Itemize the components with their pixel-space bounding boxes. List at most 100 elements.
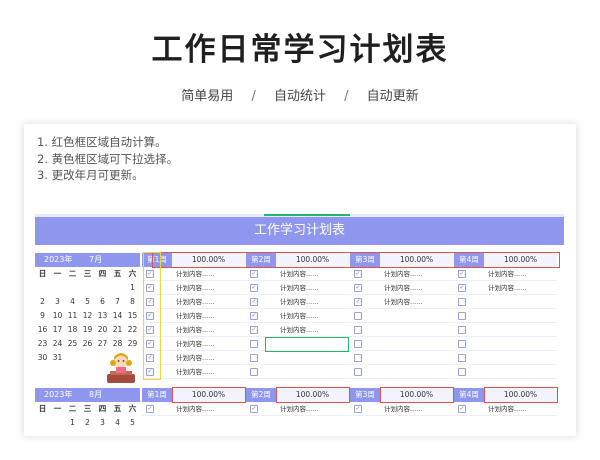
month-selector[interactable]: 7月 (89, 253, 102, 267)
calendar-day[interactable]: 25 (65, 337, 80, 351)
calendar-day[interactable]: 28 (110, 337, 125, 351)
calendar-day[interactable]: 24 (50, 337, 65, 351)
task-checkbox[interactable] (250, 340, 258, 348)
calendar-day[interactable]: 11 (65, 309, 80, 323)
calendar-day[interactable]: 23 (35, 337, 50, 351)
calendar-day[interactable]: 6 (95, 295, 110, 309)
task-checkbox[interactable] (250, 354, 258, 362)
calendar-day[interactable]: 5 (125, 416, 140, 430)
calendar-day[interactable]: 17 (50, 323, 65, 337)
task-checkbox[interactable] (458, 298, 466, 306)
plan-text[interactable]: 计划内容...... (280, 402, 318, 416)
calendar-day[interactable]: 2 (80, 416, 95, 430)
calendar-day[interactable]: 3 (95, 416, 110, 430)
task-checkbox[interactable] (354, 354, 362, 362)
task-checkbox[interactable] (250, 368, 258, 376)
plan-text[interactable]: 计划内容...... (176, 295, 214, 309)
plan-text[interactable]: 计划内容...... (176, 365, 214, 379)
task-checkbox[interactable] (354, 326, 362, 334)
task-checkbox[interactable]: ✓ (354, 284, 362, 292)
plan-text[interactable]: 计划内容...... (488, 402, 526, 416)
plan-text[interactable]: 计划内容...... (280, 295, 318, 309)
calendar-day[interactable]: 13 (95, 309, 110, 323)
plan-text[interactable]: 计划内容...... (176, 323, 214, 337)
task-checkbox[interactable]: ✓ (458, 270, 466, 278)
calendar-day[interactable]: 14 (110, 309, 125, 323)
task-checkbox[interactable]: ✓ (354, 270, 362, 278)
calendar-day[interactable]: 2 (35, 295, 50, 309)
calendar-day[interactable]: 16 (35, 323, 50, 337)
auto-calc-region-box (152, 252, 560, 268)
calendar-day[interactable]: 15 (125, 309, 140, 323)
calendar-day[interactable]: 9 (35, 309, 50, 323)
year-selector[interactable]: 2023年 (44, 253, 72, 267)
task-checkbox[interactable]: ✓ (458, 405, 466, 413)
calendar-day[interactable]: 18 (65, 323, 80, 337)
plan-row: ✓ 计划内容...... (454, 267, 557, 281)
calendar-day[interactable]: 4 (110, 416, 125, 430)
calendar-day[interactable]: 31 (50, 351, 65, 365)
year-selector[interactable]: 2023年 (44, 388, 72, 402)
task-checkbox[interactable] (458, 340, 466, 348)
task-checkbox[interactable]: ✓ (250, 405, 258, 413)
calendar-day[interactable]: 4 (65, 295, 80, 309)
instruction-3: 3. 更改年月可更新。 (37, 168, 144, 182)
calendar-month-header[interactable]: 2023年 7月 (35, 253, 140, 267)
task-checkbox[interactable]: ✓ (250, 298, 258, 306)
calendar-day[interactable]: 5 (80, 295, 95, 309)
calendar-day[interactable]: 1 (125, 281, 140, 295)
calendar-day[interactable]: 26 (80, 337, 95, 351)
task-checkbox[interactable]: ✓ (250, 312, 258, 320)
calendar-day[interactable]: 8 (125, 295, 140, 309)
task-checkbox[interactable]: ✓ (458, 284, 466, 292)
plan-text[interactable]: 计划内容...... (384, 402, 422, 416)
task-checkbox[interactable]: ✓ (250, 284, 258, 292)
task-checkbox[interactable]: ✓ (354, 405, 362, 413)
task-checkbox[interactable] (458, 368, 466, 376)
calendar-day[interactable]: 10 (50, 309, 65, 323)
plan-text[interactable]: 计划内容...... (176, 351, 214, 365)
calendar-day[interactable]: 30 (35, 351, 50, 365)
calendar-day[interactable]: 7 (110, 295, 125, 309)
task-checkbox[interactable] (354, 312, 362, 320)
plan-row: ✓ 计划内容...... (246, 295, 349, 309)
weekday-cell: 五 (113, 269, 122, 278)
calendar-day[interactable]: 19 (80, 323, 95, 337)
calendar-day[interactable]: 22 (125, 323, 140, 337)
weekday-cell: 二 (68, 269, 77, 278)
calendar-day[interactable]: 3 (50, 295, 65, 309)
task-checkbox[interactable] (354, 368, 362, 376)
plan-text[interactable]: 计划内容...... (488, 281, 526, 295)
task-checkbox[interactable] (354, 340, 362, 348)
plan-text[interactable]: 计划内容...... (176, 402, 214, 416)
calendar-day[interactable]: 1 (65, 416, 80, 430)
plan-text[interactable]: 计划内容...... (280, 323, 318, 337)
spreadsheet-preview: 1. 红色框区域自动计算。 2. 黄色框区域可下拉选择。 3. 更改年月可更新。… (24, 124, 576, 436)
task-checkbox[interactable]: ✓ (250, 326, 258, 334)
weekday-header: 日一二三四五六 (35, 402, 140, 416)
plan-text[interactable]: 计划内容...... (176, 337, 214, 351)
plan-text[interactable]: 计划内容...... (176, 267, 214, 281)
plan-text[interactable]: 计划内容...... (384, 267, 422, 281)
plan-text[interactable]: 计划内容...... (176, 281, 214, 295)
plan-text[interactable]: 计划内容...... (384, 295, 422, 309)
plan-text[interactable]: 计划内容...... (176, 309, 214, 323)
task-checkbox[interactable]: ✓ (146, 405, 154, 413)
calendar-month-header[interactable]: 2023年 8月 (35, 388, 140, 402)
calendar-day[interactable]: 21 (110, 323, 125, 337)
task-checkbox[interactable] (458, 312, 466, 320)
plan-text[interactable]: 计划内容...... (384, 281, 422, 295)
task-checkbox[interactable] (458, 354, 466, 362)
calendar-day[interactable]: 27 (95, 337, 110, 351)
task-checkbox[interactable] (458, 326, 466, 334)
plan-text[interactable]: 计划内容...... (280, 281, 318, 295)
plan-text[interactable]: 计划内容...... (280, 309, 318, 323)
calendar-day[interactable]: 12 (80, 309, 95, 323)
plan-text[interactable]: 计划内容...... (488, 267, 526, 281)
task-checkbox[interactable]: ✓ (250, 270, 258, 278)
task-checkbox[interactable]: ✓ (354, 298, 362, 306)
month-selector[interactable]: 8月 (89, 388, 102, 402)
plan-text[interactable]: 计划内容...... (280, 267, 318, 281)
calendar-day[interactable]: 20 (95, 323, 110, 337)
calendar-day[interactable]: 29 (125, 337, 140, 351)
